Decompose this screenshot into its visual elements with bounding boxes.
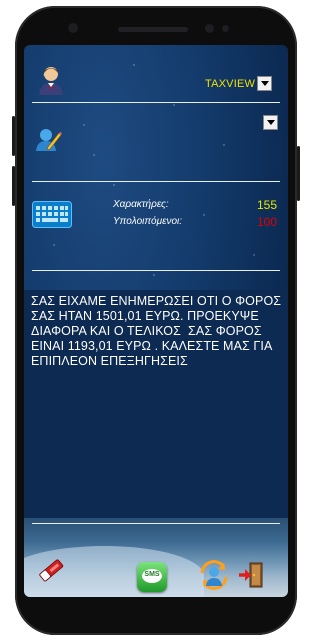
app-screen: TAXVIEW Χαρακτήρες: 155 Υπολοιπόμενοι: 1… bbox=[24, 45, 288, 597]
account-dropdown-value: TAXVIEW bbox=[205, 77, 256, 90]
contacts-sync-icon[interactable] bbox=[198, 559, 230, 591]
message-textarea[interactable]: ΣΑΣ ΕΙΧΑΜΕ ΕΝΗΜΕΡΩΣΕΙ ΟΤΙ Ο ΦΟΡΟΣ ΣΑΣ ΗΤ… bbox=[24, 290, 288, 518]
divider-1 bbox=[32, 102, 280, 103]
power-button bbox=[297, 146, 300, 201]
chevron-down-icon[interactable] bbox=[263, 115, 278, 130]
side-button-lower bbox=[12, 166, 15, 206]
secondary-dropdown[interactable] bbox=[261, 115, 278, 130]
exit-door-icon[interactable] bbox=[237, 561, 265, 589]
sms-button[interactable]: SMS bbox=[137, 562, 167, 592]
divider-3 bbox=[32, 270, 280, 271]
divider-2 bbox=[32, 181, 280, 182]
proximity-sensor bbox=[222, 25, 229, 32]
keyboard-icon[interactable] bbox=[32, 201, 72, 228]
remaining-count: 100 bbox=[256, 215, 277, 229]
characters-count: 155 bbox=[256, 198, 277, 212]
account-dropdown[interactable]: TAXVIEW bbox=[205, 76, 273, 91]
message-text: ΣΑΣ ΕΙΧΑΜΕ ΕΝΗΜΕΡΩΣΕΙ ΟΤΙ Ο ΦΟΡΟΣ ΣΑΣ ΗΤ… bbox=[31, 294, 285, 368]
front-camera bbox=[68, 23, 78, 33]
user-avatar-icon[interactable] bbox=[38, 65, 64, 95]
sms-label: SMS bbox=[144, 571, 160, 578]
edit-user-icon[interactable] bbox=[34, 125, 62, 153]
side-button-upper bbox=[12, 116, 15, 156]
eraser-icon[interactable] bbox=[36, 555, 66, 585]
characters-label: Χαρακτήρες: bbox=[113, 199, 169, 210]
divider-4 bbox=[32, 523, 280, 524]
remaining-label: Υπολοιπόμενοι: bbox=[113, 216, 183, 227]
chevron-down-icon[interactable] bbox=[257, 76, 273, 91]
iris-sensor bbox=[205, 24, 214, 33]
earpiece-speaker bbox=[118, 27, 188, 32]
